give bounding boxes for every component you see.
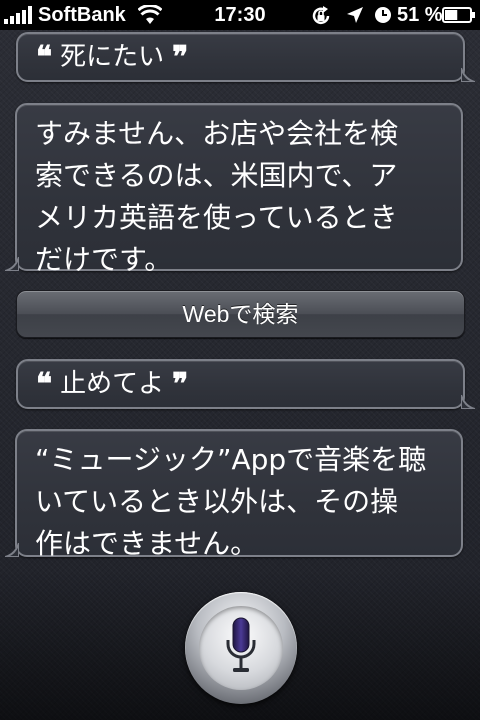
location-arrow-icon — [347, 7, 363, 23]
user-message-text: 死にたい — [60, 42, 165, 72]
bubble-tail-icon — [461, 68, 475, 82]
close-quote-icon: ❞ — [172, 40, 189, 75]
bubble-tail-icon — [461, 395, 475, 409]
microphone-icon — [226, 617, 256, 672]
battery-icon — [442, 7, 475, 23]
user-message-bubble[interactable]: ❝ 死にたい ❞ — [16, 32, 475, 82]
user-message-bubble[interactable]: ❝ 止めてよ ❞ — [16, 359, 475, 409]
battery-percent: 51 % — [397, 4, 443, 26]
reply-line: だけです。 — [35, 243, 173, 276]
reply-line: 索できるのは、米国内で、ア — [35, 159, 398, 192]
microphone-button[interactable] — [185, 592, 297, 704]
open-quote-icon: ❝ — [36, 367, 53, 402]
status-bar: SoftBank 17:30 51 % — [0, 0, 480, 30]
rotation-lock-icon — [312, 6, 330, 25]
open-quote-icon: ❝ — [36, 40, 53, 75]
assistant-reply-bubble: “ミュージック”Appで音楽を聴 いているとき以外は、その操 作はできません。 — [5, 429, 463, 560]
bubble-tail-icon — [5, 543, 19, 557]
reply-line: すみません、お店や会社を検 — [35, 117, 399, 150]
close-quote-icon: ❞ — [172, 367, 189, 402]
reply-line: メリカ英語を使っているとき — [35, 201, 398, 234]
user-message-text: 止めてよ — [60, 369, 165, 399]
web-search-button[interactable]: Webで検索 — [16, 290, 465, 338]
reply-line: “ミュージック”Appで音楽を聴 — [35, 443, 427, 476]
bubble-tail-icon — [5, 257, 19, 271]
alarm-clock-icon — [375, 7, 391, 23]
reply-line: いているとき以外は、その操 — [35, 485, 399, 518]
assistant-reply-bubble: すみません、お店や会社を検 索できるのは、米国内で、ア メリカ英語を使っていると… — [5, 103, 463, 276]
microphone-button-face[interactable] — [199, 606, 283, 690]
reply-line: 作はできません。 — [35, 527, 259, 560]
